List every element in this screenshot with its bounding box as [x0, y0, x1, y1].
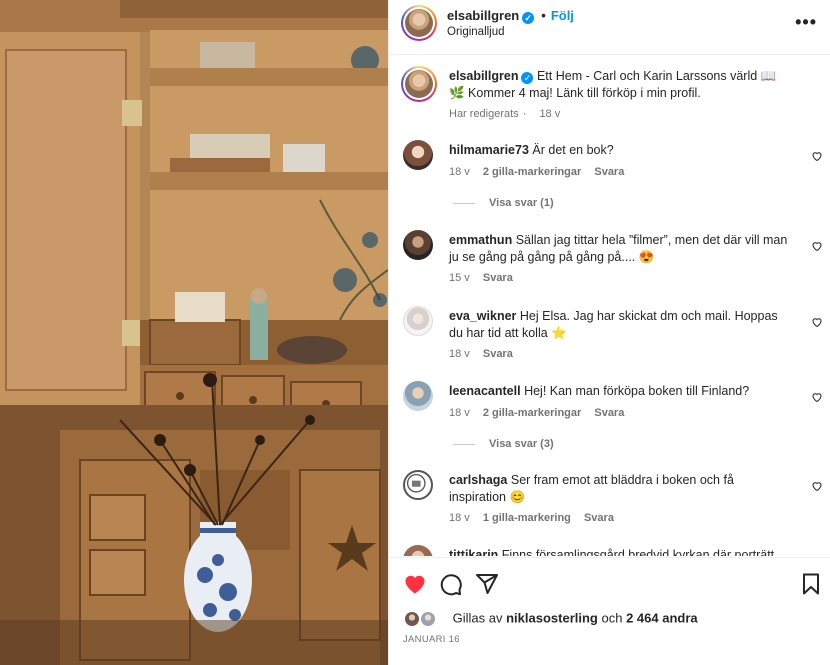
commenter-avatar[interactable] — [403, 140, 433, 170]
heart-icon[interactable] — [811, 316, 823, 328]
commenter-avatar[interactable] — [403, 381, 433, 411]
comment-age: 18 v — [449, 512, 470, 524]
likes-middle: och — [601, 610, 623, 626]
share-icon[interactable] — [475, 572, 499, 596]
caption-age: 18 v — [539, 108, 561, 120]
commenter-avatar[interactable] — [403, 230, 433, 260]
comment-text: Hej! Kan man förköpa boken till Finland? — [524, 384, 750, 398]
commenter-avatar[interactable] — [403, 545, 433, 556]
cabinet-photo — [0, 0, 388, 665]
follow-button[interactable]: Följ — [551, 8, 574, 23]
likes-prefix: Gillas av — [452, 610, 503, 626]
audio-label[interactable]: Originalljud — [447, 26, 505, 38]
caption-avatar[interactable] — [401, 66, 437, 102]
bookmark-icon[interactable] — [799, 572, 823, 596]
comment-likes[interactable]: 2 gilla-markeringar — [483, 407, 581, 419]
comment-username[interactable]: eva_wikner — [449, 309, 516, 323]
comment-username[interactable]: carlshaga — [449, 473, 507, 487]
comment-username[interactable]: leenacantell — [449, 384, 521, 398]
separator-dot: • — [541, 8, 546, 23]
post-date[interactable]: JANUARI 16 — [403, 634, 460, 645]
view-replies-button[interactable]: Visa svar (3) — [453, 438, 554, 450]
author-username[interactable]: elsabillgren — [447, 8, 519, 23]
heart-icon[interactable] — [811, 150, 823, 162]
likes-summary[interactable]: Gillas av niklasosterling och 2 464 andr… — [403, 610, 698, 628]
reply-button[interactable]: Svara — [483, 348, 513, 360]
comment-age: 15 v — [449, 272, 470, 284]
comment-age: 18 v — [449, 407, 470, 419]
caption-username[interactable]: elsabillgren — [449, 69, 518, 83]
comment-text: Är det en bok? — [532, 143, 614, 157]
verified-icon: ✓ — [521, 72, 534, 84]
likes-count[interactable]: 2 464 andra — [626, 610, 698, 625]
liker-username[interactable]: niklasosterling — [506, 610, 598, 625]
more-icon[interactable]: ••• — [795, 12, 817, 33]
view-replies-button[interactable]: Visa svar (1) — [453, 197, 554, 209]
author-line: elsabillgren ✓ • Följ — [447, 8, 574, 24]
author-avatar[interactable] — [401, 5, 437, 41]
post-header: elsabillgren ✓ • Följ Originalljud ••• — [389, 0, 830, 55]
comment-username[interactable]: hilmamarie73 — [449, 143, 529, 157]
liker-avatars — [403, 610, 443, 628]
verified-icon: ✓ — [522, 12, 535, 24]
comment-age: 18 v — [449, 348, 470, 360]
reply-button[interactable]: Svara — [594, 407, 624, 419]
commenter-avatar[interactable] — [403, 306, 433, 336]
comment-age: 18 v — [449, 166, 470, 178]
reply-button[interactable]: Svara — [483, 272, 513, 284]
seal-logo-icon — [406, 473, 426, 493]
comment-text: Finns församlingsgård bredvid kyrkan där… — [501, 548, 775, 556]
action-bar: Gillas av niklasosterling och 2 464 andr… — [389, 557, 830, 665]
post-panel: elsabillgren ✓ • Följ Originalljud ••• elsa… — [388, 0, 830, 665]
comment-username[interactable]: tittikarin — [449, 548, 498, 556]
heart-icon[interactable] — [811, 391, 823, 403]
like-heart-icon[interactable] — [403, 572, 427, 596]
comment-likes[interactable]: 1 gilla-markering — [483, 512, 571, 524]
reply-button[interactable]: Svara — [584, 512, 614, 524]
heart-icon[interactable] — [811, 240, 823, 252]
comment-username[interactable]: emmathun — [449, 233, 512, 247]
commenter-avatar[interactable] — [403, 470, 433, 500]
comment-likes[interactable]: 2 gilla-markeringar — [483, 166, 581, 178]
comment-icon[interactable] — [439, 572, 463, 596]
reply-button[interactable]: Svara — [594, 166, 624, 178]
comments-list[interactable]: elsabillgren ✓ Ett Hem - Carl och Karin L… — [389, 56, 830, 556]
heart-icon[interactable] — [811, 480, 823, 492]
post-photo[interactable] — [0, 0, 388, 665]
caption-edited: Har redigerats — [449, 108, 519, 120]
